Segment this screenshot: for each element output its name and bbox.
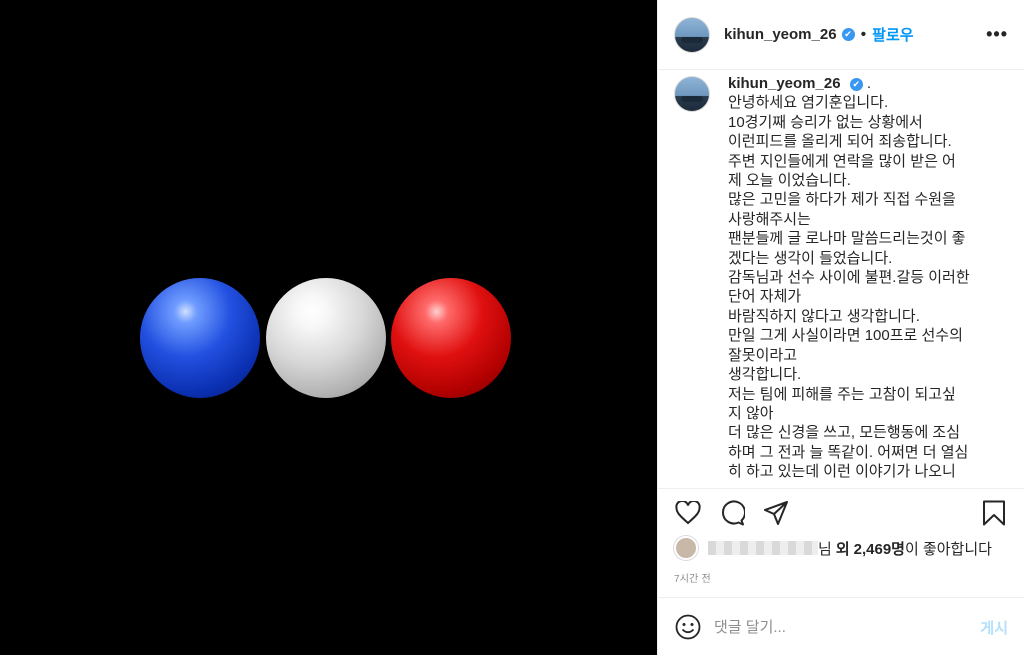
red-ball xyxy=(391,278,511,398)
comment-input[interactable] xyxy=(712,617,981,637)
caption-line: 더 많은 신경을 쓰고, 모든행동에 조심 xyxy=(728,424,961,442)
caption-line: 주변 지인들에게 연락을 많이 받은 어 xyxy=(728,152,956,170)
caption-line: 잘못이라고 xyxy=(728,346,798,364)
post-comment-button[interactable]: 게시 xyxy=(980,617,1008,638)
separator-dot: • xyxy=(860,25,867,43)
caption-trailing-dot: . xyxy=(866,75,872,92)
comment-bar: 게시 xyxy=(658,597,1024,656)
caption-line: 사랑해주시는 xyxy=(728,210,811,228)
likes-tail: 이 좋아합니다 xyxy=(904,540,992,558)
caption-line: 히 하고 있는데 이런 이야기가 나오니 xyxy=(728,463,956,481)
avatar[interactable] xyxy=(674,16,710,53)
likes-and-others: 외 xyxy=(835,540,850,558)
caption-line: 팬분들께 글 로나마 말씀드리는것이 좋 xyxy=(728,230,966,248)
caption-area[interactable]: kihun_yeom_26 ✔ . 안녕하세요 염기훈입니다. 10경기째 승리가… xyxy=(658,70,1024,488)
bookmark-icon[interactable] xyxy=(980,499,1008,527)
caption-line: 지 않아 xyxy=(728,404,774,422)
caption-username[interactable]: kihun_yeom_26 xyxy=(728,75,841,92)
likes-count[interactable]: 2,469명 xyxy=(854,538,905,559)
post-timestamp[interactable]: 7시간 전 xyxy=(674,570,711,585)
caption-line: 만일 그게 사실이라면 100프로 선수의 xyxy=(728,327,963,345)
header-username[interactable]: kihun_yeom_26 xyxy=(724,26,837,43)
liker-avatar[interactable] xyxy=(674,536,698,560)
post-header: kihun_yeom_26 ✔ • 팔로우 ••• xyxy=(658,0,1024,70)
caption-line: 겠다는 생각이 들었습니다. xyxy=(728,249,893,267)
caption-line: 생각합니다. xyxy=(728,366,802,384)
blurred-liker-name xyxy=(708,541,818,555)
verified-badge-icon: ✔ xyxy=(841,28,855,41)
caption-text: kihun_yeom_26 ✔ . 안녕하세요 염기훈입니다. 10경기째 승리가… xyxy=(728,74,970,488)
caption-line: 하며 그 전과 늘 똑같이. 어쩌면 더 열심 xyxy=(728,443,969,461)
caption-line: 이런피드를 올리게 되어 죄송합니다. xyxy=(728,133,952,151)
comment-icon[interactable] xyxy=(718,499,746,527)
likes-summary: 님 외 2,469명 이 좋아합니다 xyxy=(674,536,1008,560)
caption-line: 안녕하세요 염기훈입니다. xyxy=(728,94,889,112)
caption-line: 10경기째 승리가 없는 상황에서 xyxy=(728,113,923,131)
caption-line: 많은 고민을 하다가 제가 직접 수원을 xyxy=(728,191,956,209)
caption-lines: 안녕하세요 염기훈입니다. 10경기째 승리가 없는 상황에서이런피드를 올리게 … xyxy=(728,93,970,481)
blue-ball xyxy=(140,278,260,398)
caption-line: 바람직하지 않다고 생각합니다. xyxy=(728,307,920,325)
caption-avatar[interactable] xyxy=(674,76,710,112)
likes-nim: 님 xyxy=(818,540,832,558)
post-side-panel: kihun_yeom_26 ✔ • 팔로우 ••• kihun_yeom_26 … xyxy=(657,0,1024,655)
follow-button[interactable]: 팔로우 xyxy=(872,24,913,45)
caption-line: 저는 팀에 피해를 주는 고참이 되고싶 xyxy=(728,385,956,403)
share-icon[interactable] xyxy=(762,499,790,527)
caption-line: 제 오늘 이었습니다. xyxy=(728,172,851,190)
caption-line: 감독님과 선수 사이에 불편.갈등 이러한 xyxy=(728,269,970,287)
more-options-icon[interactable]: ••• xyxy=(986,24,1008,45)
emoji-icon[interactable] xyxy=(674,613,702,641)
action-bar xyxy=(658,488,1024,537)
post-modal: kihun_yeom_26 ✔ • 팔로우 ••• kihun_yeom_26 … xyxy=(0,0,1024,655)
caption-verified-icon: ✔ xyxy=(849,77,863,91)
white-ball xyxy=(266,278,386,398)
heart-icon[interactable] xyxy=(674,499,702,527)
caption-line: 단어 자체가 xyxy=(728,288,802,306)
post-image[interactable] xyxy=(0,0,657,655)
